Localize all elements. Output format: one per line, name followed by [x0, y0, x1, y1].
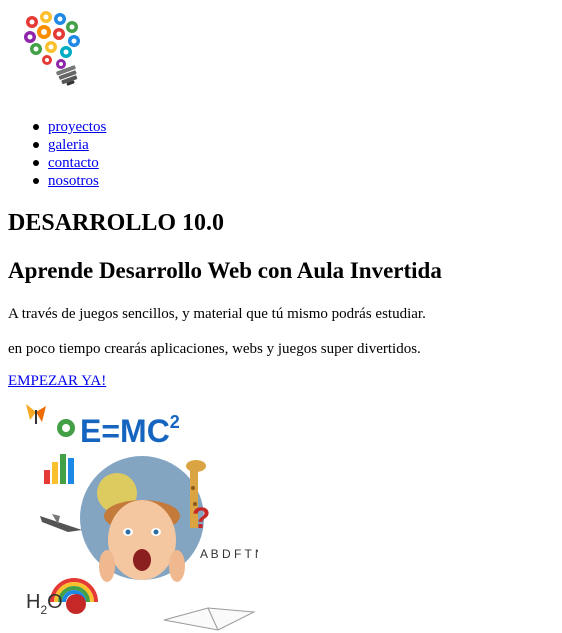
nav-item-proyectos: proyectos	[32, 118, 106, 136]
gear-cluster	[24, 11, 80, 69]
main-nav: proyectos galeria contacto nosotros	[32, 118, 106, 190]
nav-link-nosotros[interactable]: nosotros	[48, 173, 99, 189]
question-mark-icon: ?	[192, 502, 210, 535]
nav-item-nosotros: nosotros	[32, 172, 106, 190]
benefit-paragraph: en poco tiempo crearás aplicaciones, web…	[8, 341, 421, 357]
letters-doodle: A B D F T N	[200, 547, 258, 561]
nav-item-contacto: contacto	[32, 154, 106, 172]
formula-text: E=MC2	[80, 412, 180, 449]
gear-lightbulb-logo-icon	[24, 11, 80, 86]
start-now-link[interactable]: EMPEZAR YA!	[8, 372, 106, 390]
nav-item-galeria: galeria	[32, 136, 106, 154]
nav-link-contacto[interactable]: contacto	[48, 155, 99, 171]
gear-icon	[57, 419, 75, 437]
kid-science-collage-image: E=MC2 ? A B D F T N H2O	[22, 398, 258, 633]
red-ball-icon	[66, 594, 86, 614]
nav-link-proyectos[interactable]: proyectos	[48, 119, 106, 135]
site-brand-title: DESARROLLO 10.0	[8, 210, 225, 236]
page-headline: Aprende Desarrollo Web con Aula Invertid…	[8, 258, 442, 283]
nav-link-galeria[interactable]: galeria	[48, 137, 89, 153]
intro-paragraph: A través de juegos sencillos, y material…	[8, 306, 426, 322]
kid-face	[99, 500, 185, 582]
